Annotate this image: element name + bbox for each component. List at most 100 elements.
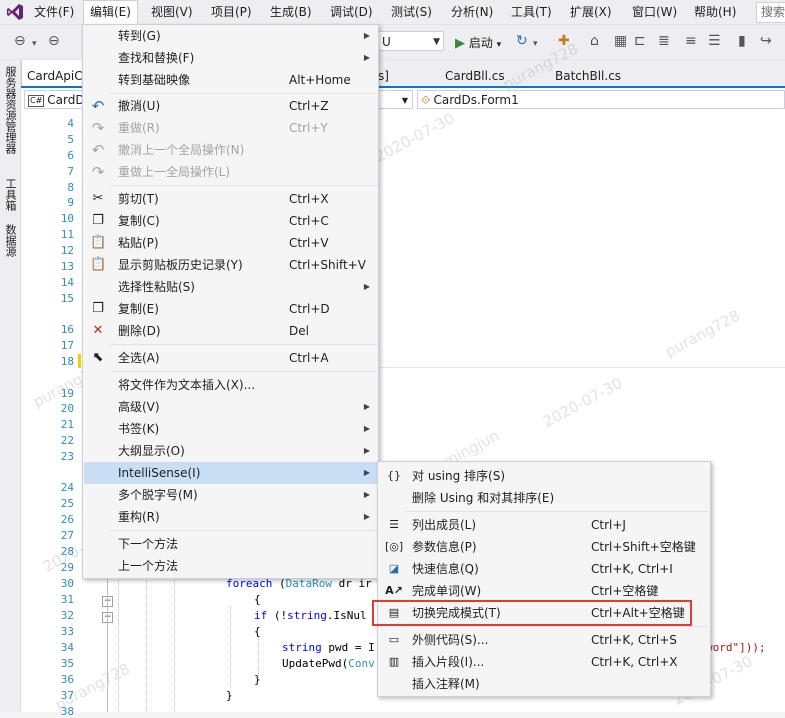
menu-item-delete[interactable]: ✕ 删除(D) Del [84, 320, 377, 342]
submenu-item-insert-snippet[interactable]: ▥ 插入片段(I)... Ctrl+K, Ctrl+X [379, 651, 709, 673]
toolbar-grid-icon[interactable]: ▦ [614, 33, 627, 49]
menu-analyze[interactable]: 分析(N) [445, 0, 499, 24]
menu-item-cut[interactable]: ✂ 剪切(T) Ctrl+X [84, 188, 377, 210]
comment-icon[interactable]: ≡ [685, 33, 697, 49]
member-combo[interactable]: ⟐ CardDs.Form1 [417, 90, 785, 109]
project-combo[interactable]: C# CardD [24, 90, 85, 109]
uncomment-icon[interactable]: ☰ [708, 33, 721, 49]
start-button[interactable]: ▶ 启动 ▾ [455, 34, 501, 51]
menu-item-copy[interactable]: ❐ 复制(C) Ctrl+C [84, 210, 377, 232]
tab-batchbll[interactable]: BatchBll.cs [555, 69, 621, 83]
home-icon[interactable]: ⌂ [590, 33, 599, 49]
menu-item-intellisense[interactable]: IntelliSense(I) ▶ [84, 462, 377, 484]
menu-item-undo-global[interactable]: ↶ 撤消上一个全局操作(N) [84, 139, 377, 161]
menu-item-prev-method[interactable]: 上一个方法 [84, 555, 377, 577]
menu-item-goto-base[interactable]: 转到基础映像 Alt+Home [84, 69, 377, 91]
bookmark-icon[interactable]: ▮ [738, 33, 746, 49]
submenu-item-parameter-info[interactable]: [◎] 参数信息(P) Ctrl+Shift+空格键 [379, 536, 709, 558]
menu-item-label: 插入片段(I)... [412, 655, 485, 669]
menu-edit[interactable]: 编辑(E) [83, 0, 138, 25]
data-sources-tab[interactable]: 数据源 [2, 224, 18, 257]
menu-item-refactor[interactable]: 重构(R) ▶ [84, 506, 377, 528]
menu-item-shortcut: Alt+Home [289, 73, 351, 87]
refresh-dropdown-icon[interactable]: ▾ [533, 36, 538, 52]
menu-item-label: 粘贴(P) [118, 236, 159, 250]
menu-window[interactable]: 窗口(W) [626, 0, 683, 24]
menu-item-bookmarks[interactable]: 书签(K) ▶ [84, 418, 377, 440]
menu-item-clipboard-history[interactable]: 📋 显示剪贴板历史记录(Y) Ctrl+Shift+V [84, 254, 377, 276]
menu-project[interactable]: 项目(P) [205, 0, 258, 24]
line-number: 11 [60, 228, 74, 241]
menu-file[interactable]: 文件(F) [28, 0, 80, 24]
solution-config-combo[interactable]: U ▼ [378, 31, 444, 51]
toolbox-tab[interactable]: 工具箱 [2, 178, 18, 211]
menu-item-undo[interactable]: ↶ 撤消(U) Ctrl+Z [84, 95, 377, 117]
menu-tools[interactable]: 工具(T) [505, 0, 558, 24]
submenu-arrow-icon: ▶ [363, 282, 370, 291]
server-explorer-tab[interactable]: 服务器资源管理器 [2, 66, 18, 154]
menu-view[interactable]: 视图(V) [145, 0, 199, 24]
menu-item-shortcut: Ctrl+K, Ctrl+X [591, 655, 678, 669]
submenu-item-insert-comment[interactable]: 插入注释(M) [379, 673, 709, 695]
undo-global-icon: ↶ [91, 141, 105, 159]
next-bookmark-icon[interactable]: ↪ [760, 33, 772, 49]
submenu-item-complete-word[interactable]: A↗ 完成单词(W) Ctrl+空格键 [379, 580, 709, 602]
menu-item-shortcut: Ctrl+C [289, 214, 329, 228]
menu-item-redo-global[interactable]: ↷ 重做上一全局操作(L) [84, 161, 377, 183]
line-number: 34 [60, 641, 74, 654]
class-icon: ⟐ [421, 93, 431, 107]
menu-item-paste-special[interactable]: 选择性粘贴(S) ▶ [84, 276, 377, 298]
back-icon[interactable]: ⊖ [14, 33, 26, 49]
submenu-item-surround-with[interactable]: ▭ 外侧代码(S)... Ctrl+K, Ctrl+S [379, 629, 709, 651]
menu-item-shortcut: Ctrl+Y [289, 121, 328, 135]
menu-item-find-replace[interactable]: 查找和替换(F) ▶ [84, 47, 377, 69]
menu-item-label: 删除 Using 和对其排序(E) [412, 491, 555, 505]
menu-debug[interactable]: 调试(D) [324, 0, 379, 24]
code-token: .IsNul [326, 609, 367, 622]
intellisense-submenu: {} 对 using 排序(S) 删除 Using 和对其排序(E) ☰ 列出成… [377, 461, 711, 697]
menu-item-label: 重构(R) [118, 510, 160, 524]
menu-item-advanced[interactable]: 高级(V) ▶ [84, 396, 377, 418]
menu-item-label: 选择性粘贴(S) [118, 280, 195, 294]
menu-item-insert-file[interactable]: 将文件作为文本插入(X)... [84, 374, 377, 396]
menu-item-label: IntelliSense(I) [118, 466, 201, 480]
tab-cardbll[interactable]: CardBll.cs [445, 69, 505, 83]
tab-cardapic[interactable]: CardApiC [27, 69, 83, 83]
align-icon[interactable]: ⊏ [634, 33, 646, 49]
menu-item-next-method[interactable]: 下一个方法 [84, 533, 377, 555]
search-box[interactable]: 搜索 [756, 2, 785, 23]
menu-item-paste[interactable]: 📋 粘贴(P) Ctrl+V [84, 232, 377, 254]
submenu-item-sort-usings[interactable]: {} 对 using 排序(S) [379, 465, 709, 487]
browser-link-icon[interactable]: ✚ [558, 33, 570, 49]
menu-item-shortcut: Ctrl+D [289, 302, 330, 316]
highlight-box [372, 600, 692, 626]
forward-icon[interactable]: ⊖ [48, 33, 60, 49]
menu-item-shortcut: Ctrl+K, Ctrl+S [591, 633, 677, 647]
menu-item-goto[interactable]: 转到(G) ▶ [84, 25, 377, 47]
menu-item-redo[interactable]: ↷ 重做(R) Ctrl+Y [84, 117, 377, 139]
line-number: 9 [67, 196, 74, 209]
redo-global-icon: ↷ [91, 163, 105, 181]
line-number: 32 [60, 609, 74, 622]
type-combo[interactable]: ▼ [379, 90, 413, 109]
submenu-item-quick-info[interactable]: ◪ 快速信息(Q) Ctrl+K, Ctrl+I [379, 558, 709, 580]
menu-build[interactable]: 生成(B) [264, 0, 318, 24]
menu-item-outlining[interactable]: 大纲显示(O) ▶ [84, 440, 377, 462]
menu-extensions[interactable]: 扩展(X) [564, 0, 618, 24]
menu-item-label: 显示剪贴板历史记录(Y) [118, 258, 243, 272]
back-dropdown-icon[interactable]: ▾ [32, 36, 37, 52]
project-combo-value: CardD [47, 93, 85, 107]
indent-icon[interactable]: ≣ [658, 33, 670, 49]
submenu-item-remove-sort-usings[interactable]: 删除 Using 和对其排序(E) [379, 487, 709, 509]
duplicate-icon: ❐ [92, 301, 104, 316]
editor-separator [379, 367, 785, 368]
submenu-item-list-members[interactable]: ☰ 列出成员(L) Ctrl+J [379, 514, 709, 536]
tab-form-designer[interactable]: s] [378, 69, 389, 83]
menu-separator [111, 93, 377, 94]
menu-test[interactable]: 测试(S) [385, 0, 438, 24]
menu-item-multi-caret[interactable]: 多个脱字号(M) ▶ [84, 484, 377, 506]
menu-item-select-all[interactable]: ⬉ 全选(A) Ctrl+A [84, 347, 377, 369]
menu-item-duplicate[interactable]: ❐ 复制(E) Ctrl+D [84, 298, 377, 320]
menu-help[interactable]: 帮助(H) [688, 0, 742, 24]
refresh-icon[interactable]: ↻ [516, 33, 528, 49]
